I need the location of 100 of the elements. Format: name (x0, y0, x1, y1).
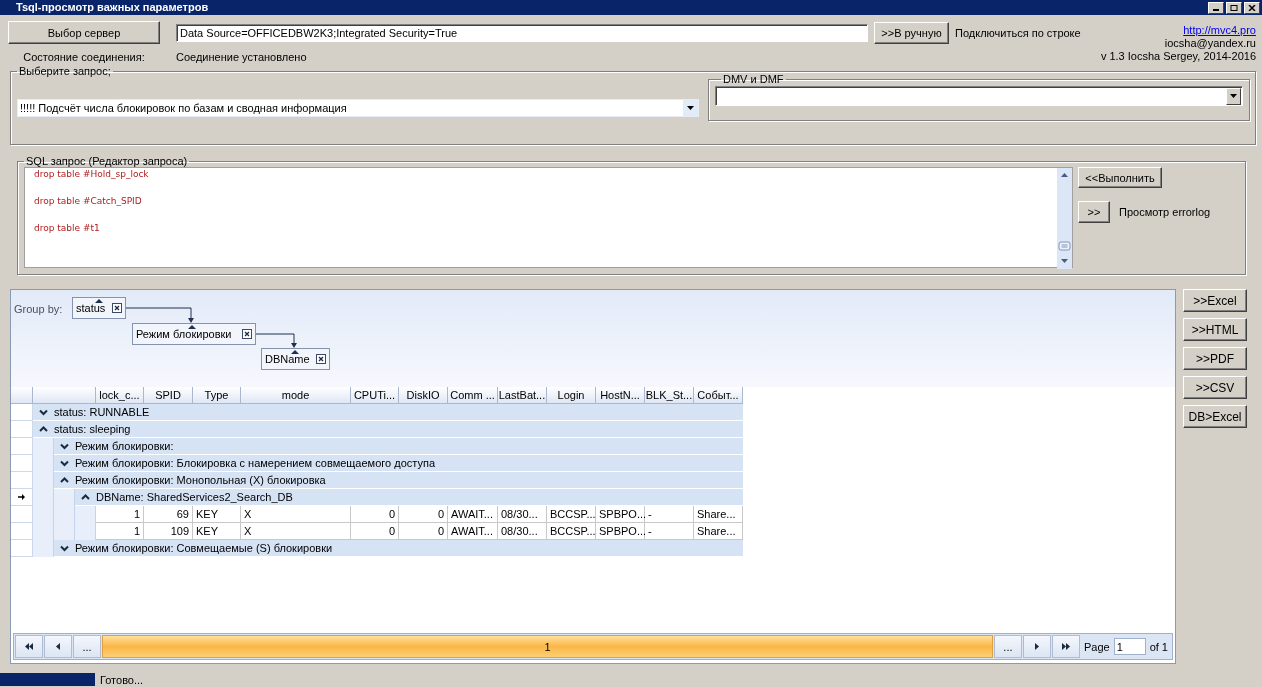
group-label: DBName: SharedServices2_Search_DB (96, 491, 293, 503)
indent-cell (33, 438, 54, 455)
table-cell: KEY (193, 506, 241, 523)
code-line: drop table #t1 (34, 222, 101, 234)
status-text: Готово... (100, 673, 144, 686)
scrollbar[interactable] (1057, 168, 1072, 269)
sort-icon (291, 350, 299, 354)
group-label: Режим блокировки: Блокировка с намерением совмещаемого доступа (75, 457, 435, 469)
group-label: Режим блокировки: Монопольная (X) блокировка (75, 474, 326, 486)
group-row[interactable]: status: sleeping (33, 421, 743, 438)
page-label: Page (1082, 640, 1111, 653)
next-page-button[interactable] (1022, 635, 1051, 658)
status-label: Состояние соединения: (22, 51, 146, 63)
indent-cell (33, 540, 54, 557)
window-title: Tsql-просмотр важных параметров (16, 1, 209, 14)
close-icon[interactable] (112, 303, 122, 313)
indent-cell (75, 523, 96, 540)
group-chip[interactable]: Режим блокировки (132, 323, 256, 345)
close-icon[interactable] (242, 329, 252, 339)
double-right-icon (1060, 643, 1071, 650)
group-label: status: sleeping (54, 423, 131, 435)
close-button[interactable] (1244, 1, 1260, 14)
table-cell: 08/30... (498, 506, 547, 523)
select-server-button[interactable]: Выбор сервер (8, 21, 160, 44)
table-cell: SPBPO... (596, 506, 645, 523)
chip-label: DBName (265, 353, 310, 365)
column-header[interactable]: SPID (144, 387, 193, 404)
website-link[interactable]: http://mvc4.pro (1183, 24, 1256, 37)
column-header[interactable]: DiskIO (399, 387, 448, 404)
close-icon[interactable] (316, 354, 326, 364)
status-value: Соединение установлено (176, 51, 307, 63)
close-icon (1248, 4, 1256, 11)
group-row[interactable]: Режим блокировки: (54, 438, 743, 455)
page-number-button[interactable]: 1 (102, 635, 993, 658)
group-row[interactable]: Режим блокировки: Блокировка с намерением совмещаемого доступа (54, 455, 743, 472)
group-chip[interactable]: DBName (261, 348, 330, 370)
table-cell: 1 (96, 506, 144, 523)
export-button[interactable]: DB>Excel (1183, 405, 1247, 428)
more-pages-button[interactable]: ... (73, 635, 101, 658)
group-row[interactable]: DBName: SharedServices2_Search_DB (75, 489, 743, 506)
group-label: Режим блокировки: Совмещаемые (S) блокировки (75, 542, 333, 554)
errorlog-label: Просмотр errorlog (1119, 206, 1211, 218)
group-chip[interactable]: status (72, 297, 126, 319)
column-header[interactable]: CPUTi... (351, 387, 399, 404)
column-header[interactable]: Событ... (694, 387, 743, 404)
manual-button[interactable]: >>В ручную (874, 21, 949, 44)
indent-cell (75, 506, 96, 523)
query-dropdown[interactable]: !!!!! Подсчёт числа блокировок по базам и сводная информация (17, 99, 699, 117)
group-title: SQL запрос (Редактор запроса) (25, 155, 189, 167)
header-cell (11, 387, 33, 404)
table-cell: - (645, 506, 694, 523)
group-by-label: Group by: (14, 303, 63, 315)
indent-cell (54, 523, 75, 540)
errorlog-button[interactable]: >> (1078, 201, 1110, 223)
code-line: drop table #Hold_sp_lock (34, 168, 150, 180)
column-header[interactable]: Type (193, 387, 241, 404)
group-title: DMV и DMF (722, 73, 785, 85)
export-button[interactable]: >>PDF (1183, 347, 1247, 370)
version-text: v 1.3 Iocsha Sergey, 2014-2016 (1100, 50, 1256, 63)
table-cell: X (241, 506, 351, 523)
group-row[interactable]: Режим блокировки: Совмещаемые (S) блокировки (54, 540, 743, 557)
export-button[interactable]: >>CSV (1183, 376, 1247, 399)
table-cell: 0 (399, 506, 448, 523)
export-button[interactable]: >>Excel (1183, 289, 1247, 312)
page-count-label: of 1 (1148, 640, 1169, 653)
column-header[interactable]: HostN... (596, 387, 645, 404)
header-cell (33, 387, 96, 404)
group-label: status: RUNNABLE (54, 406, 150, 418)
group-row[interactable]: Режим блокировки: Монопольная (X) блокировка (54, 472, 743, 489)
page-input[interactable]: 1 (1113, 638, 1146, 655)
left-triangle-icon (55, 643, 61, 650)
table-cell: Share... (694, 506, 743, 523)
maximize-button[interactable] (1226, 1, 1242, 14)
export-button[interactable]: >>HTML (1183, 318, 1247, 341)
table-cell: 69 (144, 506, 193, 523)
column-header[interactable]: Comm ... (448, 387, 498, 404)
last-page-button[interactable] (1051, 635, 1080, 658)
group-title: Выберите запрос; (18, 65, 112, 77)
dmv-dropdown[interactable] (715, 86, 1243, 106)
column-header[interactable]: lock_c... (96, 387, 144, 404)
sort-icon (188, 325, 196, 329)
column-header[interactable]: BLK_St... (645, 387, 694, 404)
maximize-icon (1230, 4, 1238, 11)
more-pages-button[interactable]: ... (993, 635, 1022, 658)
execute-button[interactable]: <<Выполнить (1078, 167, 1162, 188)
sql-editor[interactable]: drop table #Hold_sp_lock drop table #Catch_SPID drop table #t1 (24, 167, 1073, 268)
minimize-button[interactable] (1208, 1, 1224, 14)
first-page-button[interactable] (15, 635, 43, 658)
code-line: drop table #Catch_SPID (34, 195, 143, 207)
table-cell: BCCSP... (547, 506, 596, 523)
previous-page-button[interactable] (44, 635, 72, 658)
indent-cell (54, 489, 75, 506)
column-header[interactable]: Login (547, 387, 596, 404)
table-cell: AWAIT... (448, 506, 498, 523)
column-header[interactable]: mode (241, 387, 351, 404)
column-header[interactable]: LastBat... (498, 387, 547, 404)
chip-label: Режим блокировки (136, 328, 232, 340)
group-row[interactable]: status: RUNNABLE (33, 404, 743, 421)
table-cell: 0 (351, 506, 399, 523)
connection-string-field[interactable]: Data Source=OFFICEDBW2K3;Integrated Security=True (176, 23, 868, 42)
